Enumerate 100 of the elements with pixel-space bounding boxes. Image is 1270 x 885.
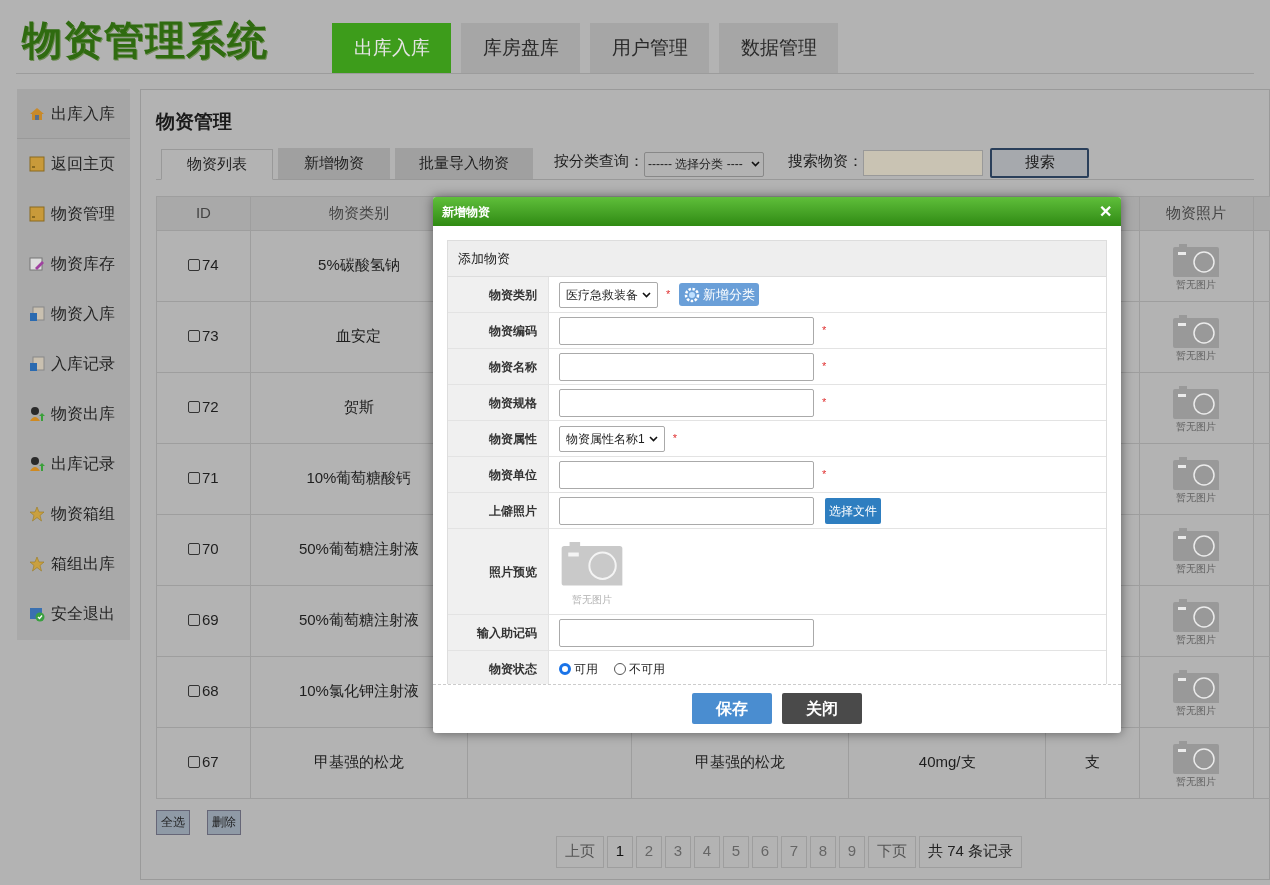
dialog-title: 新增物资: [442, 203, 490, 221]
table-cell: 5%碳酸氢钠: [318, 256, 400, 274]
photo-caption: 暂无图片: [1176, 704, 1217, 717]
column-header: 物资照片: [1166, 203, 1227, 221]
input-field[interactable]: [559, 352, 814, 381]
field-label: 物资单位: [489, 466, 537, 484]
sidebar-item[interactable]: 箱组出库: [17, 539, 130, 589]
bulk-action-button[interactable]: 全选: [156, 809, 190, 835]
row-checkbox[interactable]: [188, 684, 201, 697]
sidebar-item[interactable]: 物资箱组: [17, 489, 130, 539]
star-icon: [29, 556, 45, 572]
required-mark: *: [822, 323, 827, 339]
star-icon: [29, 506, 45, 522]
table-cell-text: 73: [202, 325, 219, 346]
nav-tab[interactable]: 用户管理: [590, 23, 709, 73]
house-icon: [29, 105, 45, 122]
note-icon: [29, 206, 45, 222]
photo-caption: 暂无图片: [1176, 562, 1217, 575]
sidebar-item[interactable]: 出库记录: [17, 439, 130, 489]
row-checkbox[interactable]: [188, 400, 201, 413]
tab[interactable]: 物资列表: [161, 148, 273, 180]
input-field[interactable]: [559, 316, 814, 345]
field-label: 物资状态: [489, 660, 537, 678]
table-cell-text: 67: [202, 751, 219, 772]
sidebar-item[interactable]: 物资管理: [17, 189, 130, 239]
user-icon: [29, 406, 45, 422]
search-label: 搜索物资：: [788, 151, 863, 171]
sidebar-item[interactable]: 物资入库: [17, 289, 130, 339]
select-field[interactable]: 医疗急救装备: [559, 281, 658, 308]
page-title: 物资管理: [156, 110, 233, 134]
table-cell: 50%葡萄糖注射液: [298, 611, 419, 629]
row-checkbox[interactable]: [188, 755, 201, 768]
table-cell: 10%氯化钾注射液: [298, 682, 419, 700]
table-cell: 10%葡萄糖酸钙: [306, 469, 412, 487]
photo-caption: 暂无图片: [1176, 278, 1217, 291]
field-label: 上僻照片: [489, 502, 537, 520]
table-cell: 50%葡萄糖注射液: [298, 540, 419, 558]
required-mark: *: [822, 467, 827, 483]
field-label: 输入助记码: [477, 624, 537, 642]
category-select[interactable]: ------ 选择分类 ----: [644, 151, 764, 177]
sidebar-item[interactable]: 物资出库: [17, 389, 130, 439]
choose-file-button[interactable]: 选择文件: [825, 497, 881, 524]
row-checkbox[interactable]: [188, 542, 201, 555]
row-checkbox[interactable]: [188, 613, 201, 626]
photo-caption: 暂无图片: [1176, 420, 1217, 433]
table-cell: 支: [1084, 753, 1100, 771]
row-checkbox[interactable]: [188, 329, 201, 342]
dialog-button[interactable]: 保存: [692, 693, 772, 724]
select-field[interactable]: 物资属性名称1: [559, 425, 665, 452]
note-icon: [29, 156, 45, 172]
caret-icon: [751, 161, 760, 167]
file-path-field[interactable]: [559, 496, 814, 525]
field-label: 物资规格: [489, 394, 537, 412]
table-cell: 贺斯: [343, 398, 374, 416]
nav-tab[interactable]: 库房盘库: [461, 23, 580, 73]
sidebar-item[interactable]: 返回主页: [17, 139, 130, 189]
photo-caption: 暂无图片: [1176, 633, 1217, 646]
search-field[interactable]: [863, 149, 983, 176]
tab[interactable]: 批量导入物资: [395, 147, 533, 179]
user-icon: [29, 456, 45, 472]
table-cell: 40mg/支: [918, 753, 976, 771]
box-icon: [29, 356, 45, 372]
tab[interactable]: 新增物资: [278, 147, 390, 179]
sidebar-item[interactable]: 物资库存: [17, 239, 130, 289]
row-checkbox[interactable]: [188, 258, 201, 271]
table-cell-text: 71: [202, 467, 219, 488]
next-page-button[interactable]: 下页: [868, 835, 916, 868]
logo: 物资管理系统: [22, 16, 269, 65]
prev-page-button[interactable]: 上页: [556, 835, 604, 868]
field-label: 物资名称: [489, 358, 537, 376]
table-cell-text: 68: [202, 680, 219, 701]
edit-icon: [29, 256, 45, 272]
field-label: 照片预览: [489, 563, 537, 581]
caret-icon: [648, 435, 658, 442]
table-cell: 血安定: [336, 327, 382, 345]
row-checkbox[interactable]: [188, 471, 201, 484]
photo-caption: 暂无图片: [1176, 349, 1217, 362]
table-cell-text: 70: [202, 538, 219, 559]
gear-icon: [683, 285, 702, 304]
page-button[interactable]: 1: [607, 835, 633, 868]
column-header: 物资类别: [328, 203, 389, 221]
sidebar-item[interactable]: 入库记录: [17, 339, 130, 389]
required-mark: *: [666, 287, 671, 303]
field-label: 物资编码: [489, 322, 537, 340]
table-cell: 甲基强的松龙: [313, 753, 404, 771]
input-field[interactable]: [559, 460, 814, 489]
input-field[interactable]: [559, 618, 814, 647]
status-radio[interactable]: 可用: [559, 659, 598, 678]
field-label: 物资属性: [489, 430, 537, 448]
photo-caption: 暂无图片: [1176, 775, 1217, 788]
photo-caption: 暂无图片: [1176, 491, 1217, 504]
input-field[interactable]: [559, 388, 814, 417]
nav-tab[interactable]: 数据管理: [719, 23, 838, 73]
search-button[interactable]: 搜索: [990, 147, 1089, 178]
dialog-button[interactable]: 关闭: [782, 693, 862, 724]
table-cell: 甲基强的松龙: [695, 753, 786, 771]
sidebar-item[interactable]: 安全退出: [17, 589, 130, 639]
bulk-action-button[interactable]: 删除: [207, 809, 241, 835]
status-radio[interactable]: 不可用: [614, 659, 665, 678]
caret-icon: [642, 291, 651, 298]
